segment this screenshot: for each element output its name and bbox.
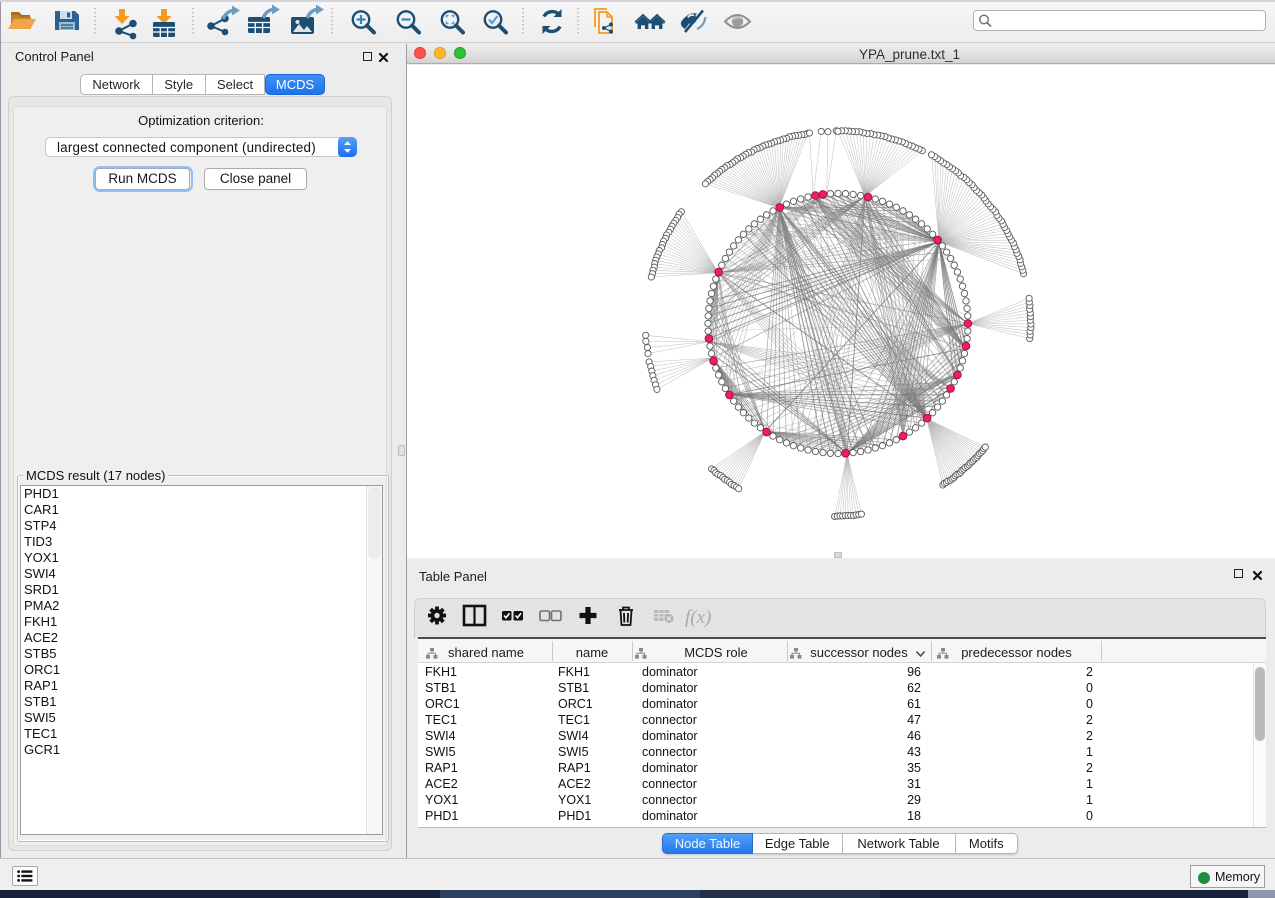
svg-text:f(x): f(x) — [685, 607, 711, 628]
